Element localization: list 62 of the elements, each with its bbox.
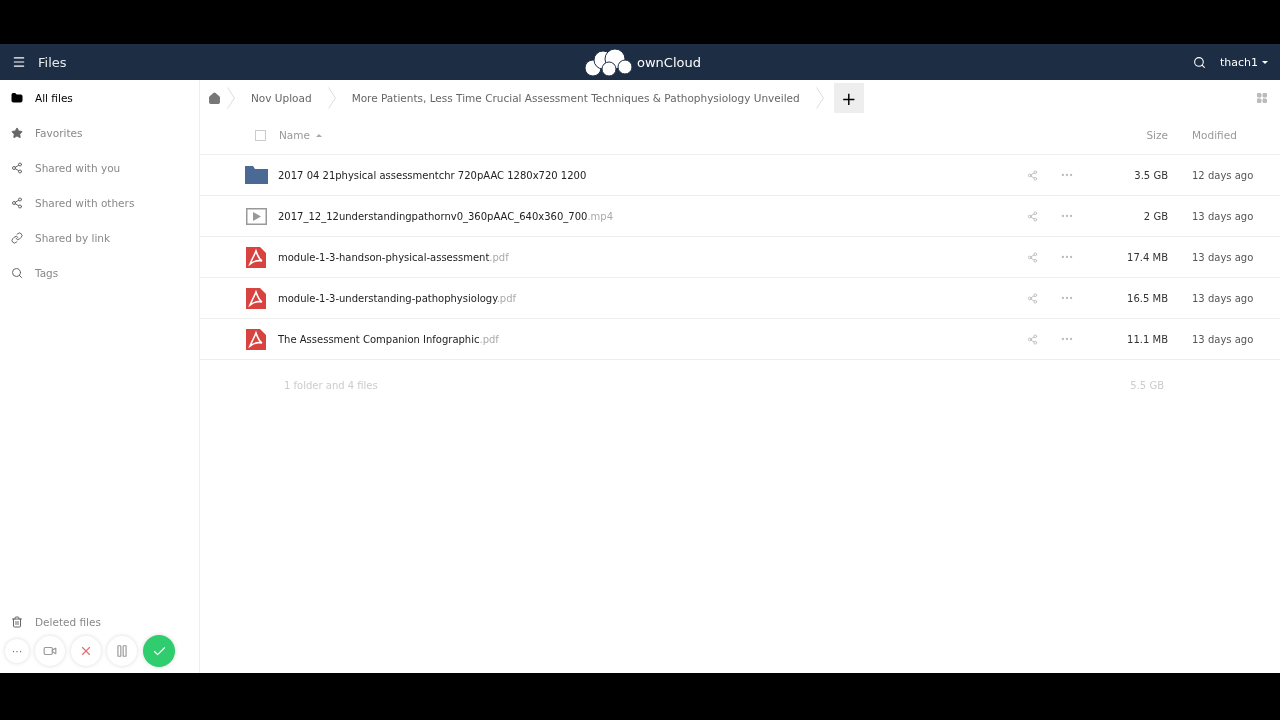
menu-icon[interactable] — [12, 55, 26, 69]
share-icon — [11, 196, 23, 209]
close-icon — [79, 644, 93, 658]
grid-view-icon[interactable] — [1256, 92, 1268, 104]
sidebar-item[interactable]: Deleted files — [0, 604, 199, 639]
new-button[interactable]: + — [833, 83, 864, 113]
share-icon — [11, 161, 23, 174]
sidebar-item[interactable]: Tags — [0, 255, 199, 290]
breadcrumb-link[interactable]: Nov Upload — [241, 92, 322, 104]
cancel-button[interactable] — [71, 636, 101, 666]
modified-date: 13 days ago — [1191, 251, 1255, 263]
home-icon[interactable] — [208, 91, 221, 105]
share-icon[interactable] — [1027, 251, 1038, 263]
pdf-icon — [246, 287, 266, 309]
brand-name: ownCloud — [637, 54, 701, 70]
file-size: 11.1 MB — [1126, 333, 1168, 345]
file-name[interactable]: module-1-3-understanding-pathophysiology.pdf — [278, 292, 517, 304]
modified-date: 13 days ago — [1191, 333, 1255, 345]
link-icon — [11, 231, 23, 244]
share-icon[interactable] — [1027, 292, 1038, 304]
modified-date: 13 days ago — [1191, 210, 1255, 222]
play-icon — [245, 207, 267, 225]
separator-icon — [815, 87, 824, 109]
separator-icon — [327, 87, 336, 109]
file-size: 2 GB — [1142, 210, 1168, 222]
breadcrumb-link[interactable]: More Patients, Less Time Crucial Assessment Techniques & Pathophysiology Unveiled — [341, 92, 810, 104]
star-icon — [11, 126, 23, 139]
camera-button[interactable] — [35, 636, 65, 666]
share-icon[interactable] — [1027, 210, 1038, 222]
select-all-checkbox[interactable] — [255, 129, 266, 141]
separator-icon — [227, 87, 235, 109]
pdf-icon — [246, 328, 266, 350]
file-name[interactable]: 2017_12_12understandingpathornv0_360pAAC_640x360_700.mp4 — [278, 210, 614, 222]
folder-icon — [244, 166, 268, 184]
user-menu[interactable]: thach1 — [1219, 55, 1268, 69]
done-button[interactable] — [143, 635, 175, 667]
file-size: 17.4 MB — [1126, 251, 1168, 263]
search-icon — [11, 266, 23, 279]
file-name[interactable]: module-1-3-handson-physical-assessment.pdf — [278, 251, 509, 263]
cloud-logo-icon — [583, 48, 633, 76]
modified-date: 13 days ago — [1191, 292, 1255, 304]
search-icon[interactable] — [1192, 55, 1206, 69]
more-button[interactable]: ··· — [5, 639, 29, 663]
sidebar-item[interactable]: Favorites — [0, 115, 199, 150]
file-size: 3.5 GB — [1133, 169, 1168, 181]
share-icon[interactable] — [1027, 169, 1038, 181]
pdf-icon — [246, 246, 266, 268]
file-name[interactable]: The Assessment Companion Infographic.pdf — [278, 333, 499, 345]
file-size: 16.5 MB — [1126, 292, 1168, 304]
file-name[interactable]: 2017 04 21physical assessmentchr 720pAAC 1280x720 1200 — [278, 169, 587, 181]
trash-icon — [11, 615, 23, 628]
pause-button[interactable] — [107, 636, 137, 666]
modified-date: 12 days ago — [1191, 169, 1255, 181]
pause-icon — [115, 644, 129, 658]
sidebar-item[interactable]: All files — [0, 80, 199, 115]
share-icon[interactable] — [1027, 333, 1038, 345]
sidebar-item[interactable]: Shared with you — [0, 150, 199, 185]
sidebar-item[interactable]: Shared by link — [0, 220, 199, 255]
video-camera-icon — [43, 644, 57, 658]
app-title: Files — [38, 54, 67, 70]
folder-icon — [11, 91, 23, 104]
sidebar-item[interactable]: Shared with others — [0, 185, 199, 220]
